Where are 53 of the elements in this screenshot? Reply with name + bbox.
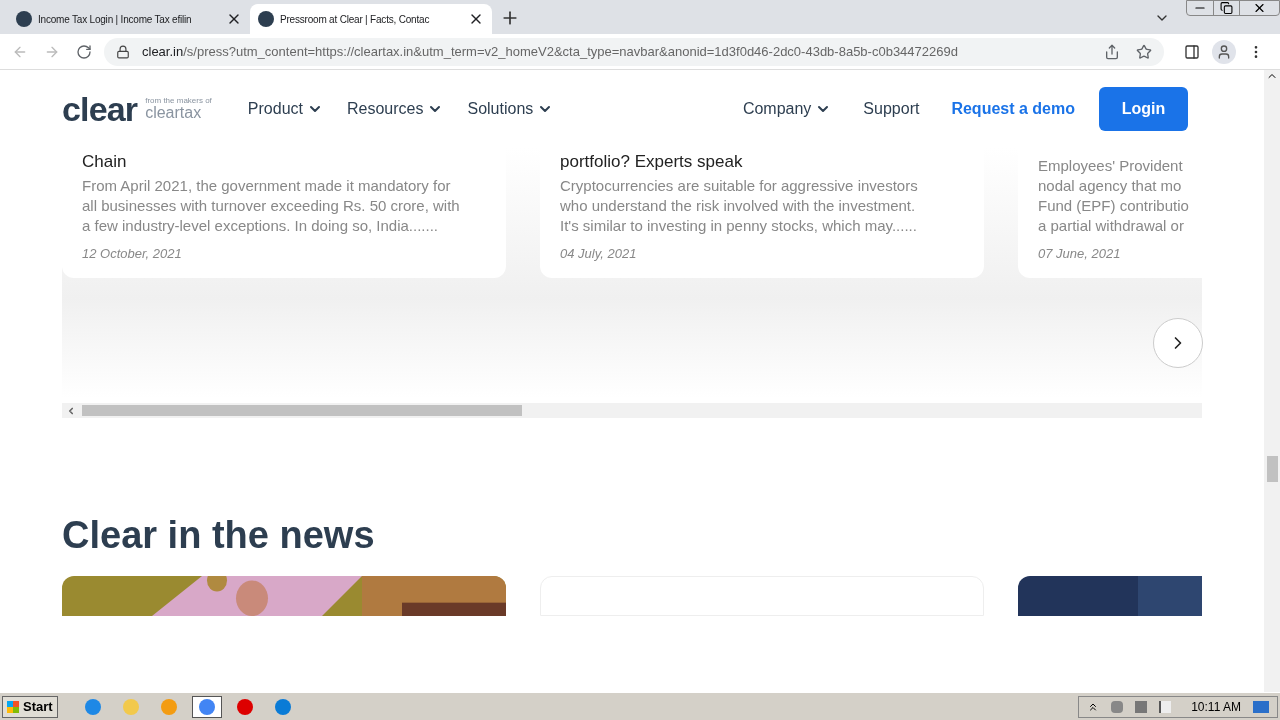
article-excerpt-line: a partial withdrawal or: [1038, 216, 1185, 236]
clock-time: 10:11 AM: [1191, 698, 1241, 716]
login-button[interactable]: Login: [1099, 87, 1188, 131]
url-text: clear.in/s/press?utm_content=https://cleartax.in&utm_term=v2_homeV2&cta_type=navbar&anonid=1d3f0d46-2dc0-43db-8a5b-c0b34472269d: [142, 42, 958, 61]
flag-icon[interactable]: [1159, 700, 1172, 713]
network-icon[interactable]: [1135, 700, 1148, 713]
windows-logo-icon: [7, 700, 19, 713]
article-excerpt-line: who understand the risk involved with the investment.: [560, 196, 917, 216]
volume-icon[interactable]: [1111, 700, 1124, 713]
request-demo-link[interactable]: Request a demo: [951, 97, 1075, 121]
article-title: Chain: [82, 152, 128, 172]
logo-subtitle: cleartax: [145, 105, 203, 121]
article-excerpt-line: nodal agency that mo: [1038, 176, 1183, 196]
profile-avatar-icon[interactable]: [1212, 39, 1236, 64]
logo-tagline: from the makers of: [145, 97, 212, 105]
site-favicon-icon: [16, 11, 32, 27]
article-excerpt-line: From April 2021, the government made it mandatory for: [82, 176, 452, 196]
scrollbar-thumb[interactable]: [1266, 456, 1278, 482]
browser-tab[interactable]: Income Tax Login | Income Tax efilin: [8, 4, 250, 34]
vertical-scrollbar[interactable]: [1264, 70, 1280, 692]
article-date: 12 October, 2021: [82, 245, 183, 263]
site-favicon-icon: [258, 11, 274, 27]
horizontal-scrollbar[interactable]: [62, 403, 1202, 418]
article-excerpt-line: all businesses with turnover exceeding Rs. 50 crore, with: [82, 196, 461, 216]
side-panel-icon[interactable]: [1184, 43, 1200, 60]
show-desktop-icon[interactable]: [1253, 700, 1269, 713]
nav-menu-item[interactable]: Resources: [347, 97, 444, 121]
nav-menu-item[interactable]: Support: [863, 97, 920, 121]
taskbar-app-icon[interactable]: [191, 695, 222, 718]
article-excerpt-line: a few industry-level exceptions. In doing so, India.......: [82, 216, 440, 236]
section-heading: Clear in the news: [62, 516, 376, 554]
article-date: 07 June, 2021: [1038, 245, 1122, 263]
scroll-left-icon[interactable]: [66, 405, 76, 416]
nav-menu-item[interactable]: Solutions: [467, 97, 554, 121]
article-excerpt-line: Employees' Provident: [1038, 156, 1184, 176]
scrollbar-thumb[interactable]: [82, 405, 522, 416]
nav-menu-item[interactable]: Product: [247, 97, 323, 121]
article-date: 04 July, 2021: [560, 245, 638, 263]
nav-menu-item[interactable]: Company: [742, 97, 832, 121]
clear-logo[interactable]: clear: [62, 92, 138, 126]
reload-icon[interactable]: [76, 43, 92, 60]
bookmark-star-icon[interactable]: [1136, 43, 1152, 60]
browser-tab[interactable]: Pressroom at Clear | Facts, Contac: [250, 4, 492, 34]
share-icon[interactable]: [1104, 43, 1120, 60]
article-excerpt-line: Cryptocurrencies are suitable for aggressive investors: [560, 176, 919, 196]
article-title: portfolio? Experts speak: [560, 152, 744, 172]
article-excerpt-line: Fund (EPF) contributio: [1038, 196, 1190, 216]
lock-icon: [116, 44, 130, 59]
article-excerpt-line: It's similar to investing in penny stocks, which may......: [560, 216, 918, 236]
tab-title: Pressroom at Clear | Facts, Contac: [280, 12, 431, 27]
tab-title: Income Tax Login | Income Tax efilin: [38, 12, 193, 27]
address-field[interactable]: clear.in/s/press?utm_content=https://cleartax.in&utm_term=v2_homeV2&cta_type=navbar&anonid=1d3f0d46-2dc0-43db-8a5b-c0b34472269d: [104, 37, 1164, 66]
start-button[interactable]: Start: [2, 695, 58, 718]
